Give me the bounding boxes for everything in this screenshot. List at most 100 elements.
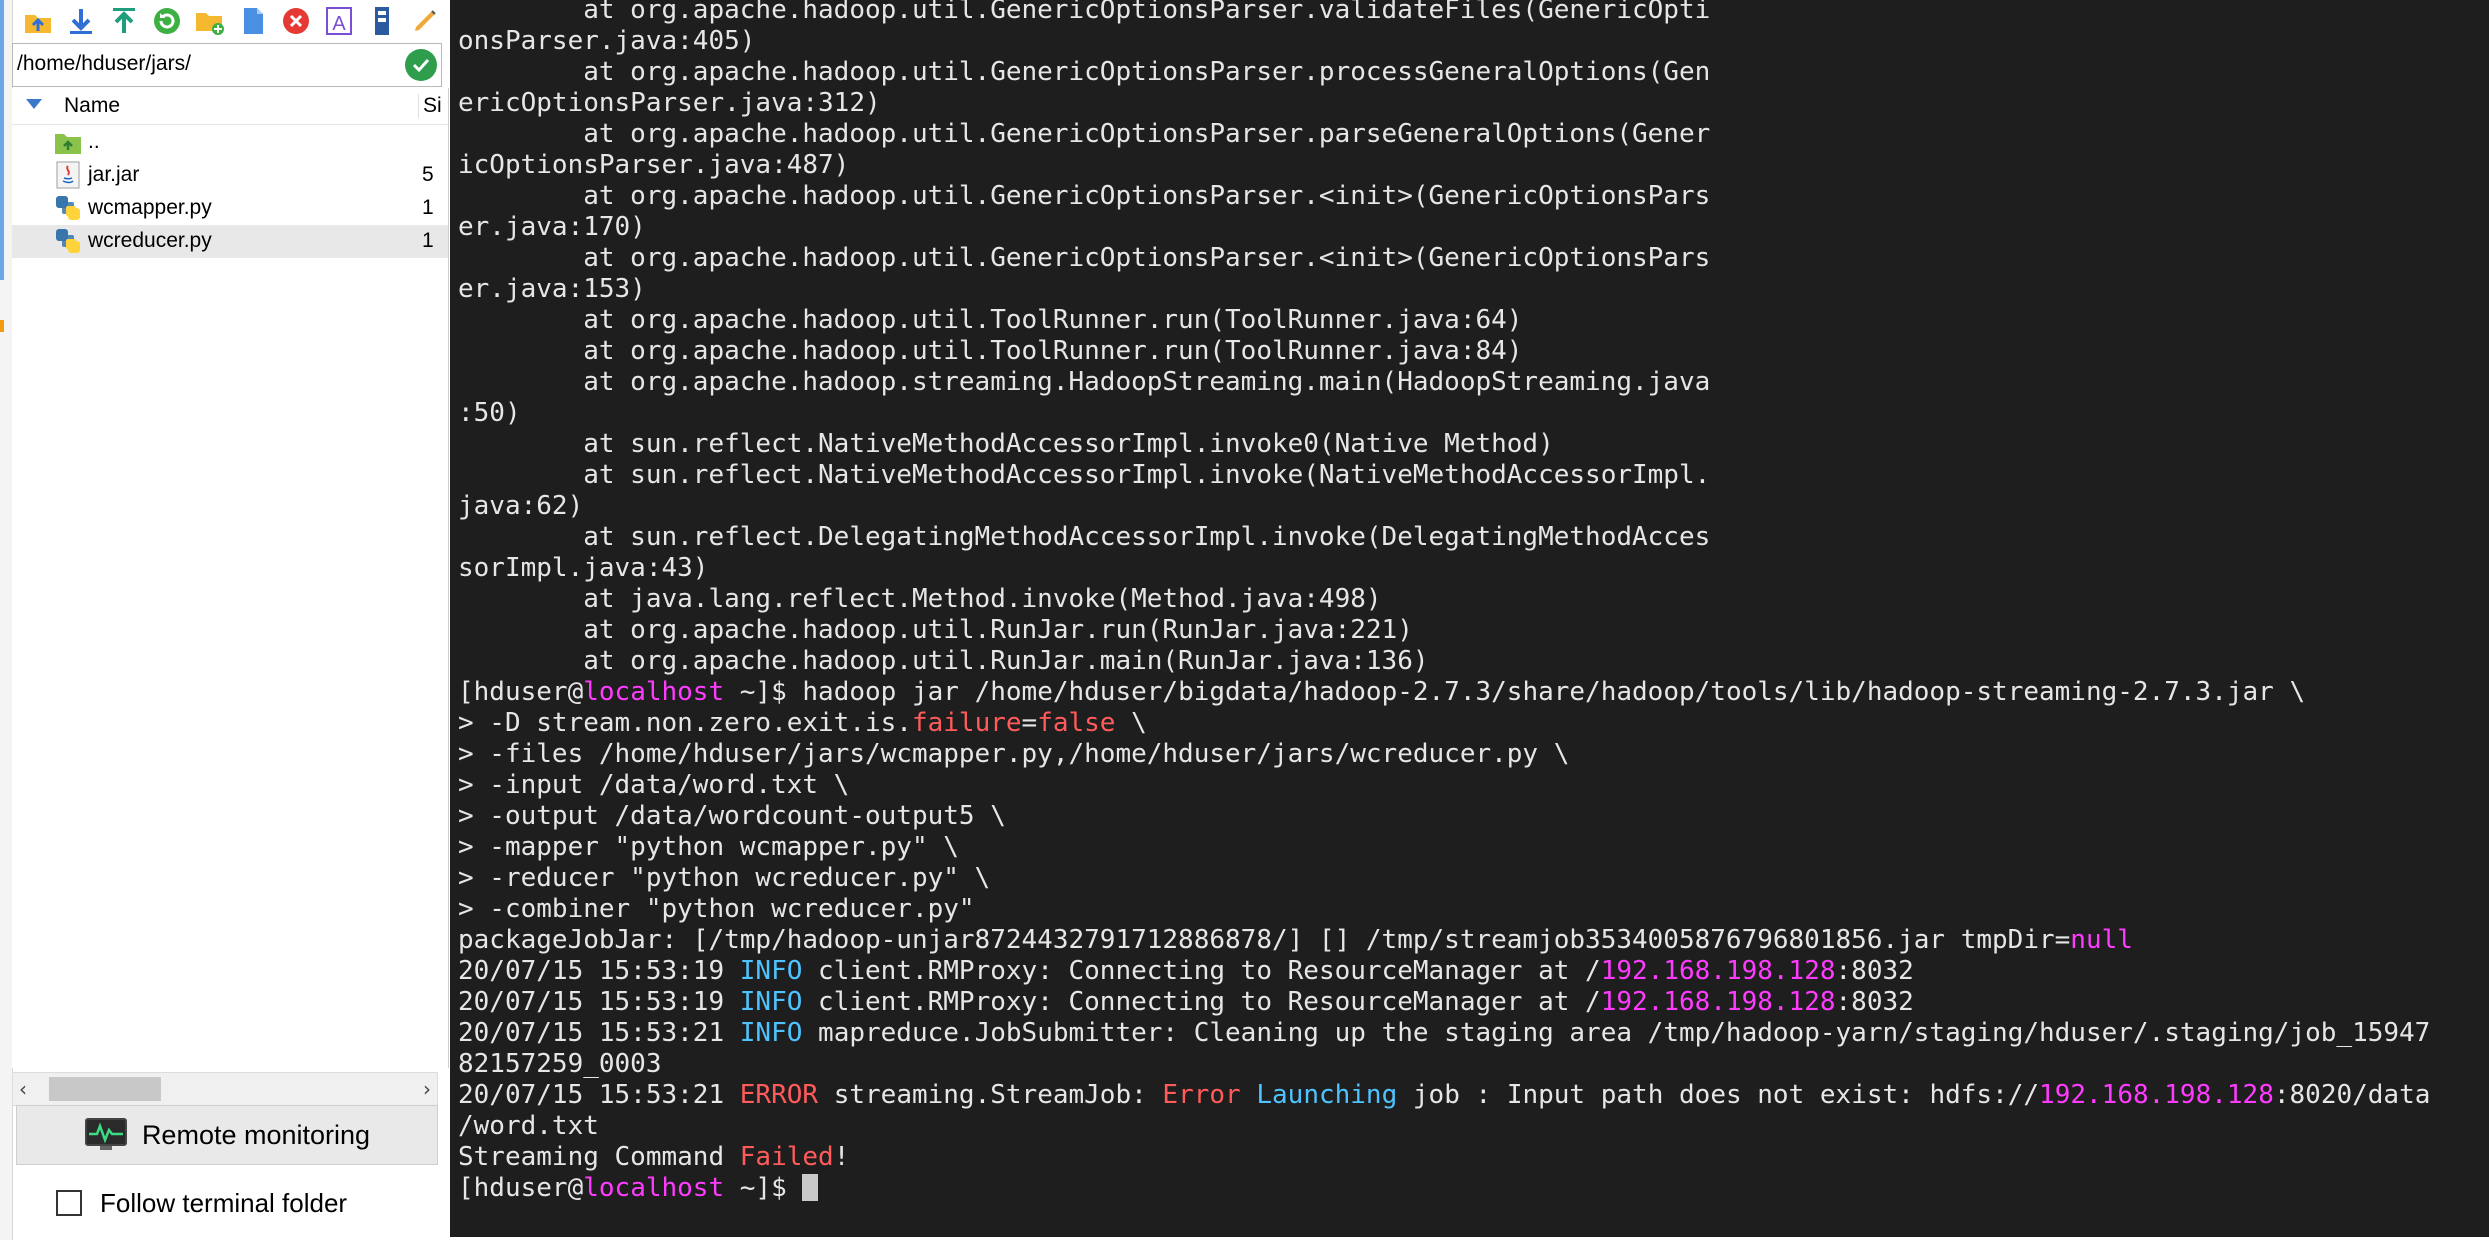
terminal-line: > -output /data/wordcount-output5 \	[458, 801, 2430, 832]
terminal-line: at org.apache.hadoop.util.GenericOptions…	[458, 57, 2430, 88]
column-header-size[interactable]: Si	[418, 94, 453, 118]
path-input[interactable]	[15, 46, 399, 82]
terminal-line: 20/07/15 15:53:21 ERROR streaming.Stream…	[458, 1080, 2430, 1111]
terminal-line: icOptionsParser.java:487)	[458, 150, 2430, 181]
terminal-line: at sun.reflect.NativeMethodAccessorImpl.…	[458, 460, 2430, 491]
terminal-text-segment: job : Input path does not exist: hdfs://	[1397, 1080, 2040, 1110]
terminal-line: 20/07/15 15:53:19 INFO client.RMProxy: C…	[458, 956, 2430, 987]
terminal-text-segment: localhost	[583, 1173, 725, 1203]
scroll-right-icon[interactable]: ›	[423, 1077, 431, 1101]
terminal-line: at org.apache.hadoop.util.GenericOptions…	[458, 119, 2430, 150]
terminal-line: Streaming Command Failed!	[458, 1142, 2430, 1173]
list-item[interactable]: wcmapper.py 1	[12, 192, 448, 225]
follow-terminal-checkbox[interactable]	[56, 1190, 82, 1216]
parent-directory-icon[interactable]	[18, 2, 58, 40]
terminal-text-segment: > -mapper "python wcmapper.py" \	[458, 832, 959, 862]
terminal-text-segment: localhost	[583, 677, 725, 707]
sftp-browser-pane: A Name Si .. jar.jar 5	[0, 0, 449, 1251]
terminal-line: java:62)	[458, 491, 2430, 522]
file-size: 1	[422, 229, 434, 252]
terminal-line: 20/07/15 15:53:19 INFO client.RMProxy: C…	[458, 987, 2430, 1018]
edit-icon[interactable]	[405, 2, 445, 40]
column-header-name[interactable]: Name	[64, 94, 120, 118]
terminal-text-segment: 192.168.198.128	[1600, 956, 1836, 986]
terminal-text-segment: at org.apache.hadoop.util.ToolRunner.run…	[458, 336, 1523, 366]
terminal-text-segment: Launching	[1256, 1080, 1398, 1110]
refresh-icon[interactable]	[147, 2, 187, 40]
terminal-text-segment: at org.apache.hadoop.util.GenericOptions…	[458, 181, 1711, 211]
terminal-text-segment: at org.apache.hadoop.util.RunJar.run(Run…	[458, 615, 1413, 645]
permissions-icon[interactable]	[362, 2, 402, 40]
terminal-text-segment: mapreduce.JobSubmitter: Cleaning up the …	[802, 1018, 2431, 1048]
terminal-line: er.java:170)	[458, 212, 2430, 243]
terminal-text-segment: 20/07/15 15:53:21	[458, 1018, 740, 1048]
python-file-icon	[56, 196, 80, 220]
terminal-line: at sun.reflect.DelegatingMethodAccessorI…	[458, 522, 2430, 553]
terminal-text-segment: null	[2070, 925, 2133, 955]
terminal-text-segment: Streaming Command	[458, 1142, 740, 1172]
follow-terminal-folder-option[interactable]: Follow terminal folder	[56, 1186, 347, 1220]
delete-icon[interactable]	[276, 2, 316, 40]
terminal-line: :50)	[458, 398, 2430, 429]
file-name: wcmapper.py	[88, 196, 212, 219]
terminal-text-segment: :8032	[1835, 956, 1914, 986]
sort-descending-icon[interactable]	[26, 99, 42, 109]
terminal-text-segment: \	[1115, 708, 1147, 738]
rename-icon[interactable]: A	[319, 2, 359, 40]
terminal-output[interactable]: at org.apache.hadoop.util.GenericOptions…	[450, 0, 2489, 1237]
terminal-text-segment: /word.txt	[458, 1111, 599, 1141]
terminal-text-segment: at sun.reflect.NativeMethodAccessorImpl.…	[458, 460, 1711, 490]
terminal-line: 20/07/15 15:53:21 INFO mapreduce.JobSubm…	[458, 1018, 2430, 1049]
file-size: 1	[422, 196, 434, 219]
upload-icon[interactable]	[104, 2, 144, 40]
remote-monitoring-label: Remote monitoring	[141, 1119, 371, 1150]
terminal-text-segment: client.RMProxy: Connecting to ResourceMa…	[802, 956, 1601, 986]
terminal-line: onsParser.java:405)	[458, 26, 2430, 57]
terminal-text-segment: 192.168.198.128	[2039, 1080, 2274, 1110]
follow-terminal-label: Follow terminal folder	[100, 1187, 348, 1218]
terminal-text-segment: packageJobJar: [/tmp/hadoop-unjar8724432…	[458, 925, 2071, 955]
new-file-icon[interactable]	[233, 2, 273, 40]
terminal-text-segment: at org.apache.hadoop.util.GenericOptions…	[458, 243, 1711, 273]
parent-folder-icon	[55, 134, 81, 154]
remote-monitoring-button[interactable]: Remote monitoring	[16, 1105, 438, 1165]
scroll-left-icon[interactable]: ‹	[19, 1077, 27, 1101]
terminal-text-segment: 82157259_0003	[458, 1049, 662, 1079]
new-folder-icon[interactable]	[190, 2, 230, 40]
download-icon[interactable]	[61, 2, 101, 40]
terminal-text-segment: client.RMProxy: Connecting to ResourceMa…	[802, 987, 1601, 1017]
terminal-text-segment: at org.apache.hadoop.util.GenericOptions…	[458, 119, 1711, 149]
horizontal-scrollbar[interactable]: ‹ ›	[12, 1072, 438, 1106]
terminal-text-segment: 20/07/15 15:53:19	[458, 956, 740, 986]
scrollbar-thumb[interactable]	[49, 1077, 161, 1101]
terminal-text-segment: streaming.StreamJob:	[818, 1080, 1163, 1110]
terminal-line: > -input /data/word.txt \	[458, 770, 2430, 801]
terminal-line: at org.apache.hadoop.util.RunJar.run(Run…	[458, 615, 2430, 646]
terminal-text-segment: at org.apache.hadoop.util.GenericOptions…	[458, 57, 1711, 87]
list-item[interactable]: jar.jar 5	[12, 159, 448, 192]
monitor-graph-icon	[84, 1118, 127, 1150]
terminal-line: > -combiner "python wcreducer.py"	[458, 894, 2430, 925]
terminal-line: [hduser@localhost ~]$ hadoop jar /home/h…	[458, 677, 2430, 708]
terminal-text-segment: > -input /data/word.txt \	[458, 770, 850, 800]
terminal-text-segment: onsParser.java:405)	[458, 26, 756, 56]
terminal-text-segment: :8020/data	[2273, 1080, 2431, 1110]
svg-text:A: A	[332, 13, 346, 35]
terminal-text-segment: Failed	[739, 1142, 834, 1172]
terminal-line: 82157259_0003	[458, 1049, 2430, 1080]
terminal-line: > -mapper "python wcmapper.py" \	[458, 832, 2430, 863]
terminal-text-segment: at org.apache.hadoop.util.GenericOptions…	[458, 0, 1711, 25]
terminal-line: at org.apache.hadoop.util.GenericOptions…	[458, 243, 2430, 274]
java-file-icon	[56, 161, 80, 189]
list-item[interactable]: ..	[12, 126, 448, 159]
file-list: Name Si .. jar.jar 5 wcmapper.py 1 wcred…	[12, 88, 449, 1068]
terminal-text-segment: false	[1037, 708, 1116, 738]
list-item-selected[interactable]: wcreducer.py 1	[12, 225, 448, 258]
terminal-text-segment: > -files /home/hduser/jars/wcmapper.py,/…	[458, 739, 1570, 769]
terminal-line: > -reducer "python wcreducer.py" \	[458, 863, 2430, 894]
go-checkmark-icon[interactable]	[405, 49, 437, 81]
terminal-text-segment: er.java:170)	[458, 212, 646, 242]
terminal-text-segment: > -reducer "python wcreducer.py" \	[458, 863, 991, 893]
terminal-text-segment: at org.apache.hadoop.util.RunJar.main(Ru…	[458, 646, 1429, 676]
